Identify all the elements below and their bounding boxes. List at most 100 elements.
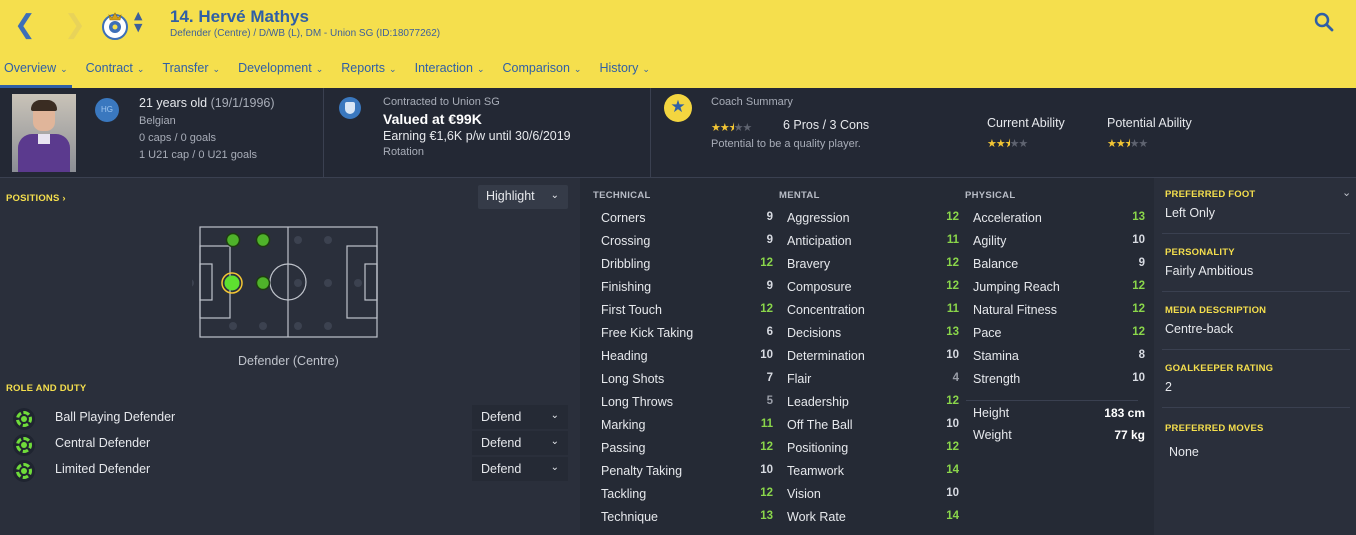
player-positions: Defender (Centre) / D/WB (L), DM - Union… [170,28,441,39]
attribute-row[interactable]: Decisions 13 [787,322,959,345]
attribute-row[interactable]: Corners 9 [601,207,773,230]
contract-club: Contracted to Union SG [383,96,500,108]
attribute-name: Corners [601,211,646,225]
chevron-left-icon[interactable]: ❮ [14,10,36,40]
attribute-row[interactable]: Aggression 12 [787,207,959,230]
attribute-row[interactable]: Free Kick Taking 6 [601,322,773,345]
attribute-row[interactable]: Technique 13 [601,506,773,529]
coach-note: Potential to be a quality player. [711,138,861,150]
chevron-down-icon: ⌄ [476,65,485,75]
attribute-name: Aggression [787,211,850,225]
divider [323,88,324,178]
physical-title: PHYSICAL [965,190,1016,201]
attribute-row[interactable]: Finishing 9 [601,276,773,299]
attribute-value: 12 [760,487,773,499]
club-switch-icon[interactable]: ▲ ▼ [134,10,142,34]
attribute-value: 12 [760,257,773,269]
attribute-name: Decisions [787,326,842,340]
tab-comparison[interactable]: Comparison ⌄ [499,60,586,88]
attribute-row[interactable]: Determination 10 [787,345,959,368]
chevron-down-icon[interactable]: ⌄ [1342,186,1351,199]
attribute-name: Leadership [787,395,849,409]
role-row[interactable]: Central Defender Defend ⌄ [0,431,580,457]
attribute-value: 10 [946,349,959,361]
duty-dropdown[interactable]: Defend ⌄ [472,431,568,455]
role-name: Central Defender [55,436,151,450]
attribute-row[interactable]: Composure 12 [787,276,959,299]
attribute-row[interactable]: Leadership 12 [787,391,959,414]
goalkeeper-rating: GOALKEEPER RATING 2 [1165,363,1274,394]
attribute-name: Crossing [601,234,651,248]
attribute-row[interactable]: Natural Fitness 12 [973,299,1145,322]
attribute-row[interactable]: Passing 12 [601,437,773,460]
attribute-row[interactable]: Work Rate 14 [787,506,959,529]
coach-summary-title: Coach Summary [711,96,793,108]
tab-history[interactable]: History ⌄ [595,60,653,88]
duty-dropdown[interactable]: Defend ⌄ [472,405,568,429]
attribute-value: 9 [1138,257,1145,269]
attribute-name: Natural Fitness [973,303,1058,317]
attribute-row[interactable]: Pace 12 [973,322,1145,345]
chevron-down-icon: ⌄ [212,65,221,75]
tab-reports[interactable]: Reports ⌄ [337,60,400,88]
attribute-row[interactable]: Long Shots 7 [601,368,773,391]
attribute-row[interactable]: Penalty Taking 10 [601,460,773,483]
attribute-row[interactable]: Bravery 12 [787,253,959,276]
search-icon[interactable] [1314,12,1334,32]
attribute-row[interactable]: Concentration 11 [787,299,959,322]
duty-dropdown[interactable]: Defend ⌄ [472,457,568,481]
attribute-row[interactable]: Agility 10 [973,230,1145,253]
attribute-row[interactable]: Strength 10 [973,368,1145,391]
attribute-row[interactable]: Anticipation 11 [787,230,959,253]
attribute-row[interactable]: Teamwork 14 [787,460,959,483]
current-ability-stars: ★★⯨★★ [987,137,1028,150]
highlight-dropdown[interactable]: Highlight ⌄ [478,185,568,209]
attribute-row[interactable]: Stamina 8 [973,345,1145,368]
attribute-row[interactable]: Long Throws 5 [601,391,773,414]
attribute-row[interactable]: Marking 11 [601,414,773,437]
chevron-down-icon: ⌄ [642,65,650,75]
attribute-row[interactable]: Off The Ball 10 [787,414,959,437]
pros-cons[interactable]: 6 Pros / 3 Cons [783,118,869,132]
positions-link[interactable]: POSITIONS › [6,193,66,204]
potential-ability-stars: ★★⯨★★ [1107,137,1148,150]
tab-development[interactable]: Development ⌄ [234,60,327,88]
attribute-row[interactable]: Jumping Reach 12 [973,276,1145,299]
preferred-moves: PREFERRED MOVES None [1165,423,1264,459]
club-badge-icon[interactable] [101,10,129,40]
attribute-row[interactable]: Dribbling 12 [601,253,773,276]
role-row[interactable]: Limited Defender Defend ⌄ [0,457,580,483]
attribute-row[interactable]: Positioning 12 [787,437,959,460]
player-age: 21 years old (19/1/1996) [139,96,275,110]
role-suitability-icon [13,408,35,430]
chevron-down-icon: ⌄ [60,65,68,75]
attribute-row[interactable]: Tackling 12 [601,483,773,506]
attribute-row[interactable]: Crossing 9 [601,230,773,253]
attribute-row[interactable]: Vision 10 [787,483,959,506]
attribute-name: Acceleration [973,211,1042,225]
attribute-name: Stamina [973,349,1019,363]
attribute-row[interactable]: Acceleration 13 [973,207,1145,230]
attribute-value: 10 [760,464,773,476]
chevron-down-icon: ⌄ [550,462,559,473]
personality: PERSONALITY Fairly Ambitious [1165,247,1254,278]
attribute-name: Marking [601,418,646,432]
chevron-down-icon: ⌄ [389,65,397,75]
attribute-row[interactable]: Heading 10 [601,345,773,368]
height-value: 183 cm [1104,406,1145,420]
role-row[interactable]: Ball Playing Defender Defend ⌄ [0,405,580,431]
tab-contract[interactable]: Contract ⌄ [82,60,149,88]
tab-overview[interactable]: Overview ⌄ [0,60,72,88]
attribute-row[interactable]: Balance 9 [973,253,1145,276]
attribute-value: 14 [946,464,959,476]
tab-transfer[interactable]: Transfer ⌄ [158,60,224,88]
attribute-value: 12 [946,211,959,223]
attribute-row[interactable]: Flair 4 [787,368,959,391]
player-info-bar: HG 21 years old (19/1/1996) Belgian 0 ca… [0,88,1356,178]
attribute-value: 10 [1132,372,1145,384]
chevron-right-icon[interactable]: ❯ [64,10,86,40]
attribute-name: Bravery [787,257,831,271]
tab-interaction[interactable]: Interaction ⌄ [411,60,489,88]
attribute-row[interactable]: First Touch 12 [601,299,773,322]
height-row: Height 183 cm [973,402,1145,425]
